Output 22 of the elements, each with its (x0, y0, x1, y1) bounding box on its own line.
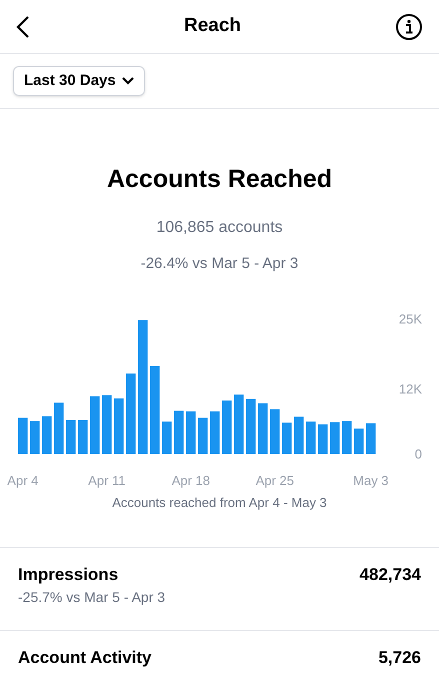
chart-caption: Accounts reached from Apr 4 - May 3 (111, 494, 328, 512)
date-range-dropdown[interactable]: Last 30 Days (13, 66, 145, 96)
change-text: -26.4% vs Mar 5 - Apr 3 (140, 254, 298, 274)
x-axis-label: Apr 25 (256, 473, 294, 488)
section-title: Accounts Reached (106, 164, 332, 195)
back-icon[interactable] (16, 14, 30, 38)
screen-title: Reach (184, 14, 242, 38)
x-axis-label: Apr 11 (88, 473, 126, 488)
accounts-count: 106,865 accounts (156, 218, 283, 238)
info-icon[interactable] (395, 12, 423, 40)
metric-label: Impressions (18, 564, 120, 586)
metric-value: 5,726 (378, 647, 421, 669)
y-axis-label: 25K (398, 312, 422, 326)
metric-value: 482,734 (360, 564, 421, 586)
y-axis-label: 0 (414, 446, 422, 462)
x-axis-label: Apr 4 (7, 473, 38, 488)
y-axis-label: 12K (398, 382, 422, 397)
chevron-down-icon (122, 77, 134, 85)
metric-label: Account Activity (18, 647, 152, 669)
metric-change: -25.7% vs Mar 5 - Apr 3 (18, 588, 166, 607)
x-axis-label: Apr 18 (172, 473, 210, 488)
x-axis-label: May 3 (353, 473, 389, 488)
